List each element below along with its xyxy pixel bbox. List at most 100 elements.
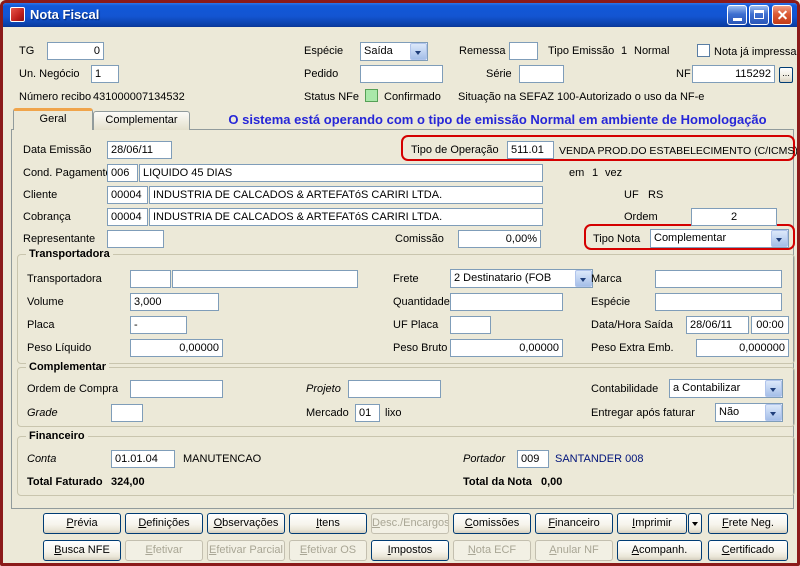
quantidade-input[interactable] xyxy=(450,293,563,311)
anular-nf-button: Anular NF xyxy=(535,540,613,561)
cond-pagamento-desc-input[interactable] xyxy=(139,164,543,182)
observacoes-button[interactable]: Observações xyxy=(207,513,285,534)
chevron-down-icon[interactable] xyxy=(575,270,592,287)
conta-label: Conta xyxy=(27,453,57,465)
especie-select[interactable]: Saída xyxy=(360,42,428,61)
tab-complementar[interactable]: Complementar xyxy=(93,111,190,130)
representante-input[interactable] xyxy=(107,230,164,248)
ordem-compra-input[interactable] xyxy=(130,380,223,398)
window-title: Nota Fiscal xyxy=(30,7,100,22)
comissoes-button[interactable]: Comissões xyxy=(453,513,531,534)
itens-button[interactable]: Itens xyxy=(289,513,367,534)
chevron-down-icon[interactable] xyxy=(771,230,788,247)
cliente-code-input[interactable] xyxy=(107,186,148,204)
transportadora-desc-input[interactable] xyxy=(172,270,358,288)
peso-bruto-input[interactable] xyxy=(450,339,563,357)
frete-neg-button[interactable]: Frete Neg. xyxy=(708,513,788,534)
tipo-nota-select[interactable]: Complementar xyxy=(650,229,789,248)
data-emissao-input[interactable] xyxy=(107,141,172,159)
pedido-input[interactable] xyxy=(360,65,443,83)
caret-down-icon xyxy=(692,522,698,529)
efetivar-button: Efetivar xyxy=(125,540,203,561)
hora-saida-input[interactable] xyxy=(751,316,789,334)
ordem-label: Ordem xyxy=(624,211,658,223)
volume-input[interactable] xyxy=(130,293,219,311)
grade-input[interactable] xyxy=(111,404,143,422)
especie-transp-input[interactable] xyxy=(655,293,782,311)
conta-input[interactable] xyxy=(111,450,175,468)
portador-desc: SANTANDER 008 xyxy=(555,453,644,465)
contabilidade-label: Contabilidade xyxy=(591,383,659,395)
status-nfe-indicator xyxy=(365,89,378,102)
comissao-input[interactable] xyxy=(458,230,541,248)
transportadora-code-input[interactable] xyxy=(130,270,171,288)
title-bar[interactable]: Nota Fiscal xyxy=(3,3,797,27)
homologacao-banner: O sistema está operando com o tipo de em… xyxy=(228,112,767,127)
status-nfe-label: Status NFe xyxy=(304,91,360,103)
parcelas-value: 1 xyxy=(592,167,599,179)
imprimir-button[interactable]: Imprimir xyxy=(617,513,687,534)
chevron-down-icon[interactable] xyxy=(765,404,782,421)
volume-label: Volume xyxy=(27,296,64,308)
portador-label: Portador xyxy=(463,453,506,465)
projeto-input[interactable] xyxy=(348,380,441,398)
imprimir-dropdown-button[interactable] xyxy=(688,513,702,534)
tipo-emissao-desc: Normal xyxy=(634,45,670,57)
peso-bruto-label: Peso Bruto xyxy=(393,342,448,354)
busca-nfe-button[interactable]: Busca NFE xyxy=(43,540,121,561)
representante-label: Representante xyxy=(23,233,96,245)
cliente-desc-input[interactable] xyxy=(149,186,543,204)
tipo-operacao-desc: VENDA PROD.DO ESTABELECIMENTO (C/ICMS) xyxy=(559,145,798,157)
financeiro-button[interactable]: Financeiro xyxy=(535,513,613,534)
cobranca-desc-input[interactable] xyxy=(149,208,543,226)
transportadora-group-legend: Transportadora xyxy=(26,248,113,260)
uf-label: UF xyxy=(624,189,639,201)
frete-select[interactable]: 2 Destinatario (FOB xyxy=(450,269,593,288)
contabilidade-select[interactable]: a Contabilizar xyxy=(669,379,783,398)
remessa-input[interactable] xyxy=(509,42,538,60)
frete-label: Frete xyxy=(393,273,419,285)
mercado-code-input[interactable] xyxy=(355,404,380,422)
uf-placa-input[interactable] xyxy=(450,316,491,334)
close-button[interactable] xyxy=(772,5,792,25)
remessa-label: Remessa xyxy=(459,45,506,57)
peso-liquido-input[interactable] xyxy=(130,339,223,357)
entregar-select[interactable]: Não xyxy=(715,403,783,422)
serie-input[interactable] xyxy=(519,65,564,83)
ordem-input[interactable] xyxy=(691,208,777,226)
portador-input[interactable] xyxy=(517,450,549,468)
cond-pagamento-code-input[interactable] xyxy=(107,164,138,182)
cond-pagamento-label: Cond. Pagamento xyxy=(23,167,112,179)
nf-label: NF xyxy=(676,68,691,80)
cobranca-code-input[interactable] xyxy=(107,208,148,226)
chevron-down-icon[interactable] xyxy=(410,43,427,60)
data-saida-input[interactable] xyxy=(686,316,749,334)
financeiro-group-legend: Financeiro xyxy=(26,430,88,442)
numero-recibo-value: 431000007134532 xyxy=(93,91,185,103)
nota-ecf-button: Nota ECF xyxy=(453,540,531,561)
peso-extra-input[interactable] xyxy=(696,339,789,357)
tipo-emissao-label: Tipo Emissão xyxy=(548,45,615,57)
nf-lookup-button[interactable]: ... xyxy=(779,67,793,83)
placa-input[interactable] xyxy=(130,316,187,334)
especie-label: Espécie xyxy=(304,45,344,57)
previa-button[interactable]: Prévia xyxy=(43,513,121,534)
definicoes-button[interactable]: Definições xyxy=(125,513,203,534)
tab-geral[interactable]: Geral xyxy=(13,108,93,130)
certificado-button[interactable]: Certificado xyxy=(708,540,788,561)
impostos-button[interactable]: Impostos xyxy=(371,540,449,561)
total-nota-label: Total da Nota xyxy=(463,476,532,488)
nf-input[interactable] xyxy=(692,65,775,83)
marca-input[interactable] xyxy=(655,270,782,288)
tipo-operacao-input[interactable] xyxy=(507,141,554,159)
maximize-icon xyxy=(754,10,764,19)
maximize-button[interactable] xyxy=(749,5,769,25)
vez-label: vez xyxy=(605,167,623,179)
acompanh-button[interactable]: Acompanh. xyxy=(617,540,702,561)
frete-value: 2 Destinatario (FOB xyxy=(454,272,552,284)
minimize-button[interactable] xyxy=(727,5,747,25)
nota-ja-impressa-checkbox[interactable] xyxy=(697,44,710,57)
tg-input[interactable] xyxy=(47,42,104,60)
un-negocio-input[interactable] xyxy=(91,65,119,83)
chevron-down-icon[interactable] xyxy=(765,380,782,397)
